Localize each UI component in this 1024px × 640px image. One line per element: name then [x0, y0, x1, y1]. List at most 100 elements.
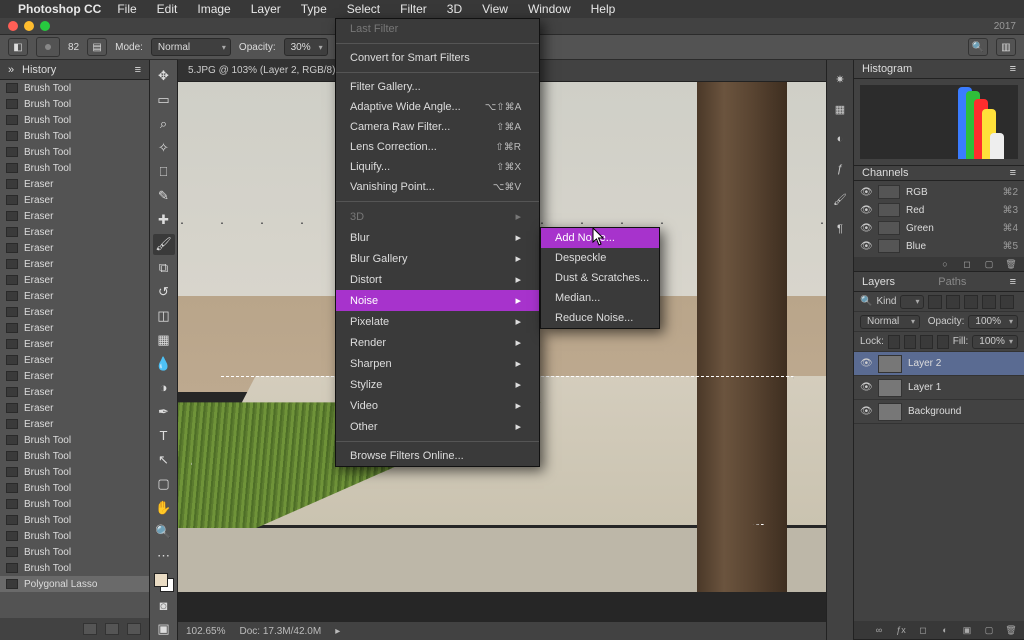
brush-tool-icon[interactable]: 🖌 [153, 234, 175, 255]
history-item[interactable]: Brush Tool [0, 128, 149, 144]
lock-transparency-icon[interactable] [888, 335, 900, 349]
new-document-icon[interactable] [105, 623, 119, 635]
history-item[interactable]: Brush Tool [0, 432, 149, 448]
history-menu-icon[interactable]: ≡ [135, 64, 141, 76]
history-item[interactable]: Eraser [0, 288, 149, 304]
link-layers-icon[interactable]: ∞ [872, 624, 886, 636]
history-item[interactable]: Eraser [0, 224, 149, 240]
filter-item[interactable]: Lens Correction...⇧⌘R [336, 137, 539, 157]
history-item[interactable]: Brush Tool [0, 512, 149, 528]
filter-adjust-icon[interactable] [946, 295, 960, 309]
styles-panel-icon[interactable]: ƒ [829, 158, 851, 180]
blur-tool-icon[interactable]: 💧 [153, 353, 175, 374]
edit-toolbar-icon[interactable]: ⋯ [153, 545, 175, 566]
filter-item[interactable]: Filter Gallery... [336, 77, 539, 97]
noise-item[interactable]: Despeckle [541, 248, 659, 268]
eraser-tool-icon[interactable]: ◫ [153, 306, 175, 327]
history-list[interactable]: Brush ToolBrush ToolBrush ToolBrush Tool… [0, 80, 149, 618]
move-tool-icon[interactable]: ✥ [153, 66, 175, 87]
visibility-icon[interactable]: 👁 [860, 205, 872, 216]
brushes-panel-icon[interactable]: 🖌 [829, 188, 851, 210]
layer-group-icon[interactable]: ▣ [960, 624, 974, 636]
history-item[interactable]: Brush Tool [0, 160, 149, 176]
kind-dropdown[interactable] [900, 295, 924, 309]
paths-tab[interactable]: Paths [938, 276, 966, 288]
close-window-icon[interactable] [8, 21, 18, 31]
panel-menu-icon[interactable]: ≡ [1010, 63, 1016, 75]
history-item[interactable]: Eraser [0, 192, 149, 208]
opacity-dropdown[interactable]: 30% [284, 38, 328, 56]
history-item[interactable]: Eraser [0, 320, 149, 336]
history-item[interactable]: Brush Tool [0, 528, 149, 544]
filter-type-icon[interactable] [964, 295, 978, 309]
layer-mask-icon[interactable]: ◻ [916, 624, 930, 636]
blend-mode-dropdown[interactable]: Normal [151, 38, 231, 56]
filter-pixel-icon[interactable] [928, 295, 942, 309]
layers-list[interactable]: 👁Layer 2👁Layer 1👁Background [854, 352, 1024, 621]
panel-menu-icon[interactable]: ≡ [1010, 167, 1016, 179]
noise-item[interactable]: Median... [541, 288, 659, 308]
history-item[interactable]: Brush Tool [0, 112, 149, 128]
gradient-tool-icon[interactable]: ▦ [153, 329, 175, 350]
filter-group-sharpen[interactable]: Sharpen [336, 353, 539, 374]
layer-row[interactable]: 👁Layer 1 [854, 376, 1024, 400]
visibility-icon[interactable]: 👁 [860, 406, 872, 417]
menu-edit[interactable]: Edit [149, 0, 186, 18]
history-item[interactable]: Brush Tool [0, 96, 149, 112]
delete-state-icon[interactable] [127, 623, 141, 635]
filter-shape-icon[interactable] [982, 295, 996, 309]
filter-smart-icon[interactable] [1000, 295, 1014, 309]
history-item[interactable]: Eraser [0, 304, 149, 320]
layer-row[interactable]: 👁Layer 2 [854, 352, 1024, 376]
history-item[interactable]: Eraser [0, 416, 149, 432]
layer-row[interactable]: 👁Background [854, 400, 1024, 424]
filter-group-distort[interactable]: Distort [336, 269, 539, 290]
history-item[interactable]: Eraser [0, 368, 149, 384]
filter-group-render[interactable]: Render [336, 332, 539, 353]
tool-preset-icon[interactable]: ◧ [8, 38, 28, 56]
history-item[interactable]: Eraser [0, 256, 149, 272]
visibility-icon[interactable]: 👁 [860, 223, 872, 234]
filter-group-stylize[interactable]: Stylize [336, 374, 539, 395]
healing-tool-icon[interactable]: ✚ [153, 210, 175, 231]
history-brush-tool-icon[interactable]: ↺ [153, 282, 175, 303]
history-item[interactable]: Eraser [0, 272, 149, 288]
history-item[interactable]: Eraser [0, 384, 149, 400]
noise-item[interactable]: Dust & Scratches... [541, 268, 659, 288]
history-item[interactable]: Brush Tool [0, 496, 149, 512]
panel-menu-icon[interactable]: ≡ [1010, 276, 1016, 288]
doc-info[interactable]: Doc: 17.3M/42.0M [239, 626, 321, 637]
channel-row[interactable]: 👁Red⌘3 [854, 201, 1024, 219]
pen-tool-icon[interactable]: ✒ [153, 401, 175, 422]
visibility-icon[interactable]: 👁 [860, 241, 872, 252]
shape-tool-icon[interactable]: ▢ [153, 473, 175, 494]
screenmode-icon[interactable]: ▣ [153, 619, 175, 640]
menu-file[interactable]: File [109, 0, 144, 18]
new-layer-icon[interactable]: ▢ [982, 624, 996, 636]
load-selection-icon[interactable]: ○ [938, 258, 952, 270]
new-snapshot-icon[interactable] [83, 623, 97, 635]
history-item[interactable]: Brush Tool [0, 464, 149, 480]
visibility-icon[interactable]: 👁 [860, 187, 872, 198]
filter-group-other[interactable]: Other [336, 416, 539, 437]
zoom-level[interactable]: 102.65% [186, 626, 225, 637]
layer-blend-dropdown[interactable]: Normal [860, 315, 920, 329]
filter-item[interactable]: Liquify...⇧⌘X [336, 157, 539, 177]
menu-select[interactable]: Select [339, 0, 388, 18]
menu-type[interactable]: Type [293, 0, 335, 18]
eyedropper-tool-icon[interactable]: ✎ [153, 186, 175, 207]
color-panel-icon[interactable]: ✷ [829, 68, 851, 90]
channel-row[interactable]: 👁Green⌘4 [854, 219, 1024, 237]
adjustments-panel-icon[interactable]: ◐ [829, 128, 851, 150]
save-selection-icon[interactable]: ◻ [960, 258, 974, 270]
visibility-icon[interactable]: 👁 [860, 382, 872, 393]
filter-browse-online[interactable]: Browse Filters Online... [336, 446, 539, 466]
delete-channel-icon[interactable]: 🗑 [1004, 258, 1018, 270]
search-icon[interactable]: 🔍 [968, 38, 988, 56]
lock-position-icon[interactable] [920, 335, 932, 349]
filter-convert-smart[interactable]: Convert for Smart Filters [336, 48, 539, 68]
brush-panel-icon[interactable]: ▤ [87, 38, 107, 56]
filter-item[interactable]: Adaptive Wide Angle...⌥⇧⌘A [336, 97, 539, 117]
type-tool-icon[interactable]: T [153, 425, 175, 446]
lock-all-icon[interactable] [937, 335, 949, 349]
